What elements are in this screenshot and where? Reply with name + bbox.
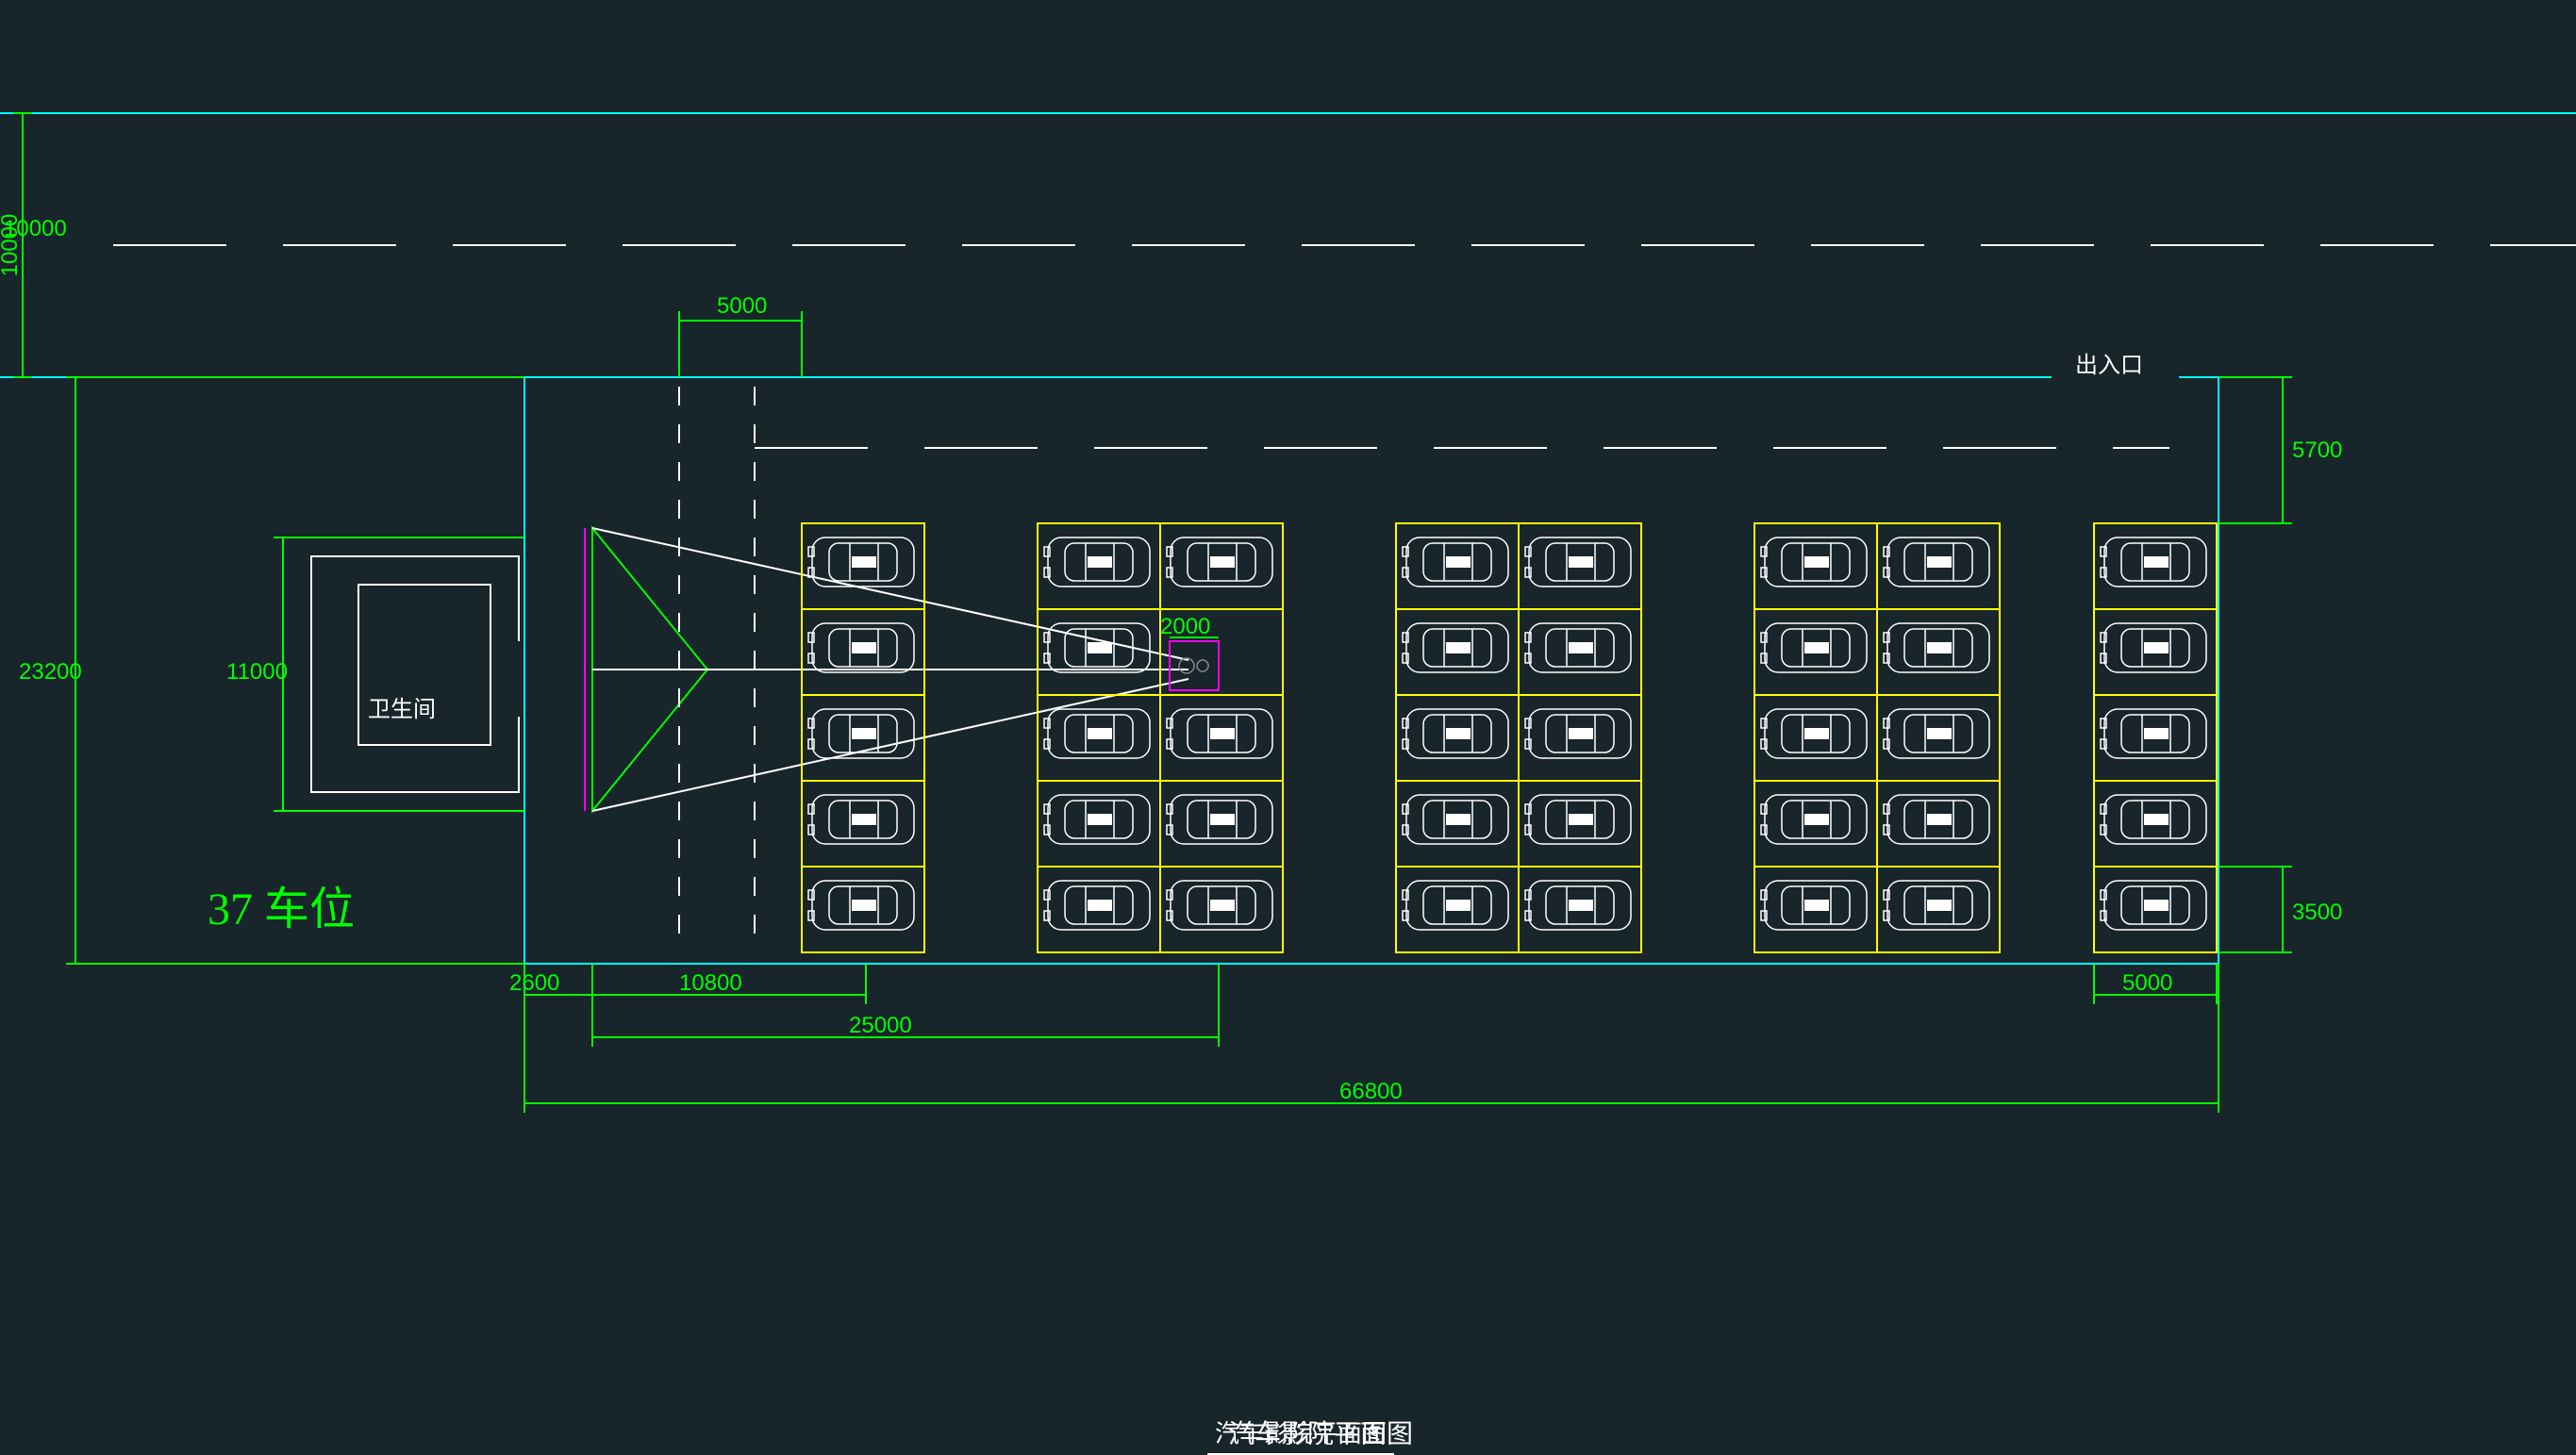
dim-5000-right: 5000 [2094,964,2217,1004]
restroom-outline [311,556,519,792]
svg-text:66800: 66800 [1339,1079,1403,1104]
parking-group-3 [1396,523,1641,952]
dim-10800: 10800 [592,964,866,1004]
dim-10000-lbl: 10000 [4,216,67,241]
svg-text:2600: 2600 [509,970,559,996]
restroom-label: 卫生间 [368,697,436,722]
svg-text:5000: 5000 [2122,970,2172,996]
svg-text:10800: 10800 [679,970,742,996]
projector-icon [1179,658,1208,673]
parking-group-5 [2094,523,2217,952]
dim-10000: 10000 [0,113,32,377]
svg-text:23200: 23200 [19,659,82,685]
svg-text:3500: 3500 [2292,900,2342,925]
svg-text:11000: 11000 [226,659,288,685]
dim-3500: 3500 [2219,867,2342,952]
exit-entry-label: 出入口 [2075,353,2143,378]
dim-2000: 2000 [1160,614,1210,639]
svg-text:25000: 25000 [849,1013,912,1038]
dim-11000: 11000 [226,537,524,811]
svg-text:5700: 5700 [2292,438,2342,463]
dim-5700: 5700 [2219,377,2342,523]
parking-group-2 [1038,523,1283,952]
dim-2600: 2600 [509,964,592,1004]
parking-group-4 [1754,523,2000,952]
svg-text:5000: 5000 [717,293,767,319]
dim-5000-top: 5000 [679,293,802,377]
proj-ray-top [592,528,1188,660]
spaces-label: 37 车位 [208,885,355,934]
cad-drawing-canvas[interactable]: 2000 卫生间 [0,0,2576,1445]
drawing-title: 汽车影院平面图 [1228,1419,1413,1445]
proj-ray-bot [592,679,1188,811]
